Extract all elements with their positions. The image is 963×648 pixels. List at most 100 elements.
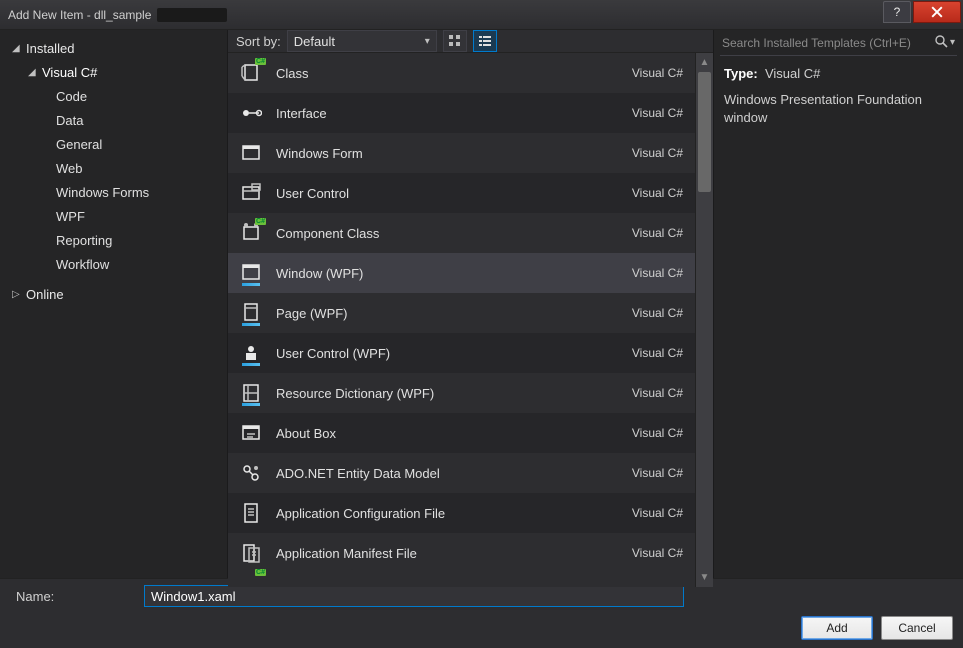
- nav-leaf-general[interactable]: General: [0, 132, 227, 156]
- nav-online-label: Online: [26, 287, 64, 302]
- template-language: Visual C#: [632, 546, 683, 560]
- appconfig-icon: [240, 502, 262, 524]
- nav-leaf-data[interactable]: Data: [0, 108, 227, 132]
- template-name: About Box: [276, 426, 618, 441]
- template-language: Visual C#: [632, 106, 683, 120]
- template-language: Visual C#: [632, 66, 683, 80]
- name-label: Name:: [16, 589, 126, 604]
- dialog-footer: Name: Add Cancel: [0, 578, 963, 648]
- vertical-scrollbar[interactable]: ▲ ▼: [696, 53, 713, 587]
- nav-leaf-reporting[interactable]: Reporting: [0, 228, 227, 252]
- nav-visual-csharp[interactable]: ◢ Visual C#: [0, 60, 227, 84]
- csharp-badge-icon: C#: [255, 569, 266, 576]
- add-button[interactable]: Add: [801, 616, 873, 640]
- close-button[interactable]: [913, 1, 961, 23]
- caret-down-icon: ◢: [12, 43, 22, 54]
- add-new-item-dialog: Add New Item - dll_sample ? ◢ Installed …: [0, 0, 963, 648]
- scroll-track[interactable]: [696, 72, 713, 568]
- template-language: Visual C#: [632, 426, 683, 440]
- search-dropdown-icon[interactable]: ▾: [948, 37, 955, 48]
- view-list-button[interactable]: [473, 30, 497, 52]
- template-name: Resource Dictionary (WPF): [276, 386, 618, 401]
- nav-leaf-label: Code: [56, 89, 87, 104]
- sort-bar: Sort by: Default ▾: [228, 30, 713, 53]
- scroll-up-arrow[interactable]: ▲: [700, 53, 710, 72]
- interface-icon: [240, 102, 262, 124]
- template-name: Page (WPF): [276, 306, 618, 321]
- template-row[interactable]: ADO.NET Entity Data ModelVisual C#: [228, 453, 695, 493]
- template-name: Application Manifest File: [276, 546, 618, 561]
- nav-leaf-workflow[interactable]: Workflow: [0, 252, 227, 276]
- template-language: Visual C#: [632, 146, 683, 160]
- nav-installed[interactable]: ◢ Installed: [0, 36, 227, 60]
- template-row[interactable]: Windows Form Visual C#: [228, 133, 695, 173]
- template-row[interactable]: About Box Visual C#: [228, 413, 695, 453]
- nav-online[interactable]: ▷ Online: [0, 282, 227, 306]
- template-name: Application Configuration File: [276, 506, 618, 521]
- template-name: Class: [276, 66, 618, 81]
- category-tree: ◢ Installed ◢ Visual C# Code Data General W…: [0, 30, 228, 578]
- search-input[interactable]: [722, 36, 931, 50]
- template-name: Interface: [276, 106, 618, 121]
- aboutbox-icon: [240, 422, 262, 444]
- manifest-icon: [240, 542, 262, 564]
- template-row[interactable]: C# Class Visual C#: [228, 53, 695, 93]
- template-language: Visual C#: [632, 386, 683, 400]
- template-row[interactable]: Application Manifest File Visual C#: [228, 533, 695, 573]
- template-row[interactable]: C# Component Class Visual C#: [228, 213, 695, 253]
- template-row[interactable]: Window (WPF)Visual C#: [228, 253, 695, 293]
- obscured-title-segment: [157, 8, 227, 22]
- name-input[interactable]: [144, 585, 684, 607]
- caret-down-icon: ◢: [28, 67, 38, 78]
- template-language: Visual C#: [632, 346, 683, 360]
- class-icon: C#: [240, 62, 262, 84]
- csharp-badge-icon: C#: [255, 58, 266, 65]
- template-description: Windows Presentation Foundation window: [714, 81, 963, 127]
- nav-leaf-web[interactable]: Web: [0, 156, 227, 180]
- template-language: Visual C#: [632, 186, 683, 200]
- wpf-strip-icon: [242, 323, 260, 326]
- scroll-down-arrow[interactable]: ▼: [700, 568, 710, 587]
- nav-leaf-label: Windows Forms: [56, 185, 149, 200]
- nav-leaf-wpf[interactable]: WPF: [0, 204, 227, 228]
- csharp-badge-icon: C#: [255, 218, 266, 225]
- sort-by-dropdown[interactable]: Default ▾: [287, 30, 437, 52]
- template-language: Visual C#: [632, 226, 683, 240]
- template-row[interactable]: Resource Dictionary (WPF) Visual C#: [228, 373, 695, 413]
- info-panel: ▾ Type: Visual C# Windows Presentation F…: [713, 30, 963, 578]
- type-value: Visual C#: [765, 66, 820, 81]
- nav-leaf-label: General: [56, 137, 102, 152]
- template-row[interactable]: User ControlVisual C#: [228, 173, 695, 213]
- nav-leaf-label: Workflow: [56, 257, 109, 272]
- page-wpf-icon: [240, 302, 262, 324]
- view-tiles-button[interactable]: [443, 30, 467, 52]
- usercontrol-wpf-icon: [240, 342, 262, 364]
- nav-visual-csharp-label: Visual C#: [42, 65, 97, 80]
- search-icon[interactable]: [931, 35, 948, 51]
- nav-installed-label: Installed: [26, 41, 74, 56]
- window-wpf-icon: [240, 262, 262, 284]
- template-row[interactable]: Page (WPF)Visual C#: [228, 293, 695, 333]
- nav-leaf-label: Web: [56, 161, 83, 176]
- template-row[interactable]: Interface Visual C#: [228, 93, 695, 133]
- chevron-down-icon: ▾: [425, 36, 430, 47]
- nav-leaf-code[interactable]: Code: [0, 84, 227, 108]
- type-label: Type:: [724, 66, 758, 81]
- wpf-strip-icon: [242, 363, 260, 366]
- caret-right-icon: ▷: [12, 289, 22, 300]
- template-name: ADO.NET Entity Data Model: [276, 466, 618, 481]
- template-list: C#ClassVisual C#InterfaceVisual C#Window…: [228, 53, 696, 587]
- template-name: Windows Form: [276, 146, 618, 161]
- window-title: Add New Item - dll_sample: [8, 8, 151, 22]
- nav-leaf-windows-forms[interactable]: Windows Forms: [0, 180, 227, 204]
- template-row[interactable]: User Control (WPF)Visual C#: [228, 333, 695, 373]
- template-row-peek[interactable]: C#: [228, 573, 695, 587]
- scroll-thumb[interactable]: [698, 72, 711, 192]
- cancel-button[interactable]: Cancel: [881, 616, 953, 640]
- template-name: Component Class: [276, 226, 618, 241]
- resdict-wpf-icon: [240, 382, 262, 404]
- search-box[interactable]: ▾: [720, 34, 957, 56]
- nav-leaf-label: Reporting: [56, 233, 112, 248]
- help-button[interactable]: ?: [883, 1, 911, 23]
- template-row[interactable]: Application Configuration FileVisual C#: [228, 493, 695, 533]
